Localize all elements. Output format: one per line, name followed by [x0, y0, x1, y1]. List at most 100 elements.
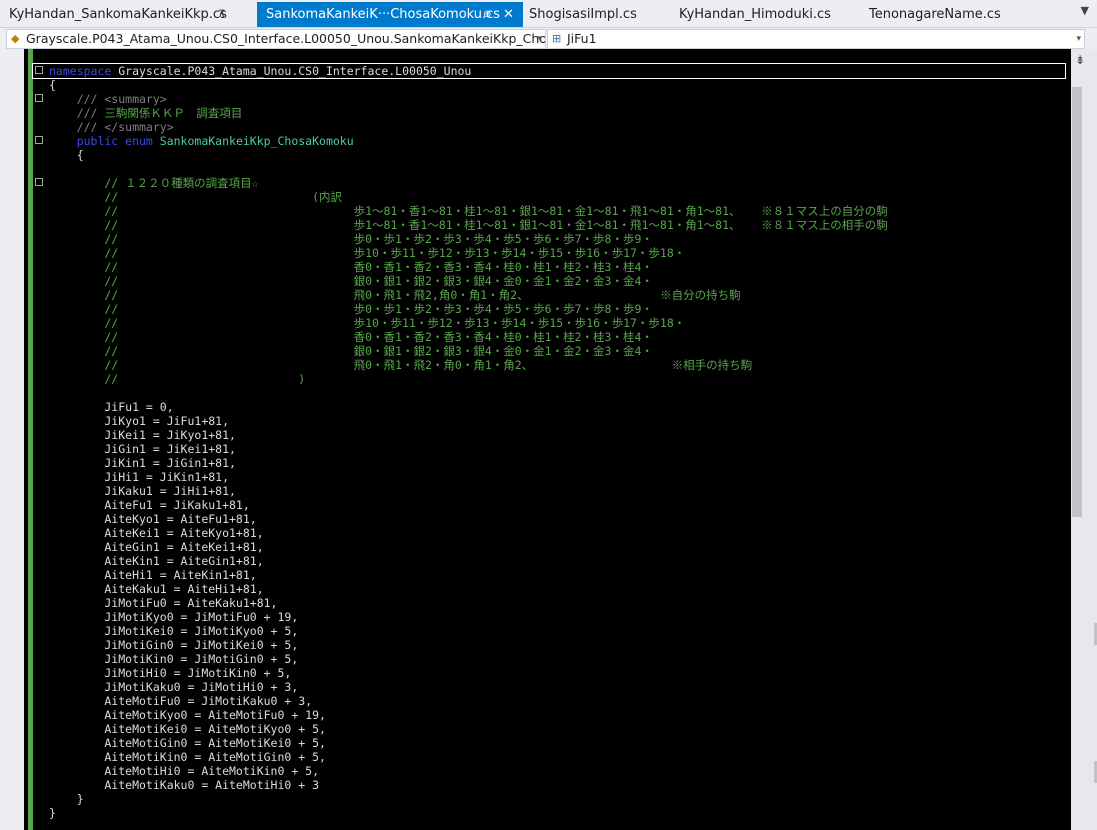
code-text: AiteKin1 = AiteGin1+81, [49, 554, 264, 568]
code-token: // 歩1～81・香1～81・桂1～81・銀1～81・金1～81・飛1～81・角… [49, 218, 888, 232]
collapse-icon[interactable] [35, 94, 43, 102]
code-token: // 銀0・銀1・銀2・銀3・銀4・金0・金1・金2・金3・金4・ [49, 344, 653, 358]
code-token: AiteMotiKyo0 = AiteMotiFu0 + 19, [49, 708, 326, 722]
code-text: AiteMotiGin0 = AiteMotiKei0 + 5, [49, 736, 326, 750]
code-text: AiteMotiFu0 = JiMotiKaku0 + 3, [49, 694, 312, 708]
code-token: // 飛0・飛1・飛2,角0・角1・角2、 ※自分の持ち駒 [49, 288, 741, 302]
code-text: AiteMotiKin0 = AiteMotiGin0 + 5, [49, 750, 326, 764]
code-token: JiKaku1 = JiHi1+81, [49, 484, 236, 498]
code-text: JiMotiHi0 = JiMotiKin0 + 5, [49, 666, 291, 680]
tab-label: TenonagareName.cs [869, 7, 1001, 22]
code-text: /// <summary> [49, 92, 167, 106]
code-token: AiteMotiFu0 = JiMotiKaku0 + 3, [49, 694, 313, 708]
code-text: JiFu1 = 0, [49, 400, 174, 414]
code-token: JiMotiKyo0 = JiMotiFu0 + 19, [49, 610, 299, 624]
tab-label: SankomaKankeiK···ChosaKomoku.cs [266, 7, 501, 22]
code-token: JiGin1 = JiKei1+81, [49, 442, 236, 456]
code-text: JiKei1 = JiKyo1+81, [49, 428, 236, 442]
code-text: // 歩1～81・香1～81・桂1～81・銀1～81・金1～81・飛1～81・角… [49, 204, 888, 218]
code-token: JiKei1 = JiKyo1+81, [49, 428, 236, 442]
code-token: JiMotiKin0 = JiMotiGin0 + 5, [49, 652, 299, 666]
member-dropdown[interactable]: ⊞ JiFu1 ▾ [547, 29, 1085, 49]
code-token: // 歩0・歩1・歩2・歩3・歩4・歩5・歩6・歩7・歩8・歩9・ [49, 232, 653, 246]
scrollbar-thumb[interactable] [1072, 87, 1082, 517]
code-text: namespace Grayscale.P043_Atama_Unou.CS0_… [49, 64, 471, 78]
code-text: // 歩10・歩11・歩12・歩13・歩14・歩15・歩16・歩17・歩18・ [49, 246, 685, 260]
pin-icon[interactable]: ⊕ [483, 2, 491, 27]
code-token: AiteGin1 = AiteKei1+81, [49, 540, 264, 554]
code-token: // 香0・香1・香2・香3・香4・桂0・桂1・桂2・桂3・桂4・ [49, 260, 653, 274]
code-token: Grayscale.P043_Atama_Unou.CS0_Interface.… [111, 64, 472, 78]
tab-label: KyHandan_Himoduki.cs [679, 7, 831, 22]
tab-label: ShogisasiImpl.cs [529, 7, 637, 22]
code-text: // 飛0・飛1・飛2,角0・角1・角2、 ※自分の持ち駒 [49, 288, 741, 302]
code-text: JiMotiKaku0 = JiMotiHi0 + 3, [49, 680, 298, 694]
code-token: } [49, 792, 84, 806]
code-token: AiteMotiKin0 = AiteMotiGin0 + 5, [49, 750, 326, 764]
split-window-icon[interactable]: ⇟ [1075, 53, 1085, 67]
code-text: /// 三駒関係ＫＫＰ 調査項目 [49, 106, 243, 120]
code-text: JiMotiKin0 = JiMotiGin0 + 5, [49, 652, 298, 666]
enum-member-icon: ⊞ [552, 32, 562, 45]
code-text: { [49, 78, 56, 92]
code-editor[interactable]: namespace Grayscale.P043_Atama_Unou.CS0_… [0, 49, 1071, 830]
collapse-icon[interactable] [35, 66, 43, 74]
code-text: /// </summary> [49, 120, 174, 134]
code-token: // 歩10・歩11・歩12・歩13・歩14・歩15・歩16・歩17・歩18・ [49, 316, 686, 330]
code-token: JiHi1 = JiKin1+81, [49, 470, 230, 484]
code-token: AiteKei1 = AiteKyo1+81, [49, 526, 264, 540]
code-token: JiKin1 = JiGin1+81, [49, 456, 236, 470]
code-text: // 歩10・歩11・歩12・歩13・歩14・歩15・歩16・歩17・歩18・ [49, 316, 685, 330]
code-token: // 歩1～81・香1～81・桂1～81・銀1～81・金1～81・飛1～81・角… [49, 204, 888, 218]
code-line[interactable]: namespace Grayscale.P043_Atama_Unou.CS0_… [32, 63, 1066, 79]
code-text: } [49, 792, 84, 806]
collapse-icon[interactable] [35, 136, 43, 144]
collapse-icon[interactable] [35, 178, 43, 186]
close-icon[interactable]: ✕ [503, 2, 514, 27]
project-scope-dropdown[interactable]: ◆ Grayscale.P043_Atama_Unou.CS0_Interfac… [6, 29, 546, 49]
code-text: AiteMotiKei0 = AiteMotiKyo0 + 5, [49, 722, 326, 736]
code-text: // ) [49, 372, 305, 386]
code-token: AiteMotiKei0 = AiteMotiKyo0 + 5, [49, 722, 326, 736]
tab-overflow-dropdown-icon[interactable]: ▼ [1081, 4, 1089, 17]
code-token: /// <summary> [49, 92, 167, 106]
code-token: } [49, 806, 56, 820]
code-token: JiFu1 = 0, [49, 400, 174, 414]
tab-label: KyHandan_SankomaKankeiKkp.cs [9, 7, 227, 22]
code-text: // 歩0・歩1・歩2・歩3・歩4・歩5・歩6・歩7・歩8・歩9・ [49, 302, 653, 316]
code-token: // (内訳 [49, 190, 343, 204]
code-text: // 銀0・銀1・銀2・銀3・銀4・金0・金1・金2・金3・金4・ [49, 344, 653, 358]
code-token: { [49, 78, 56, 92]
project-scope-value: Grayscale.P043_Atama_Unou.CS0_Interface.… [26, 31, 546, 46]
code-token: AiteMotiKaku0 = AiteMotiHi0 + 3 [49, 778, 320, 792]
vertical-scrollbar[interactable]: ⇟ [1071, 49, 1097, 830]
code-text: JiMotiKei0 = JiMotiKyo0 + 5, [49, 624, 298, 638]
code-token: // 歩0・歩1・歩2・歩3・歩4・歩5・歩6・歩7・歩8・歩9・ [49, 302, 653, 316]
code-token: JiMotiGin0 = JiMotiKei0 + 5, [49, 638, 299, 652]
tab-sankomakankeikkp-chosakomoku[interactable]: SankomaKankeiK···ChosaKomoku.cs ⊕ ✕ [257, 2, 523, 27]
chevron-down-icon: ▾ [1076, 34, 1081, 44]
code-token: AiteMotiGin0 = AiteMotiKei0 + 5, [49, 736, 326, 750]
code-text: AiteMotiHi0 = AiteMotiKin0 + 5, [49, 764, 319, 778]
document-tab-bar: KyHandan_SankomaKankeiKkp.cs ⊼ SankomaKa… [0, 0, 1097, 27]
code-text: // 香0・香1・香2・香3・香4・桂0・桂1・桂2・桂3・桂4・ [49, 330, 653, 344]
code-token: /// </summary> [49, 120, 174, 134]
code-text: AiteKaku1 = AiteHi1+81, [49, 582, 263, 596]
code-token: AiteMotiHi0 = AiteMotiKin0 + 5, [49, 764, 320, 778]
tab-kyhandan-himoduki[interactable]: KyHandan_Himoduki.cs [670, 2, 850, 27]
code-token: 三駒関係ＫＫＰ 調査項目 [104, 106, 243, 120]
code-token: // 飛0・飛1・飛2・角0・角1・角2、 ※相手の持ち駒 [49, 358, 753, 372]
code-token: { [49, 148, 84, 162]
code-token: AiteKyo1 = AiteFu1+81, [49, 512, 257, 526]
code-token: namespace [49, 64, 112, 78]
tab-tenonagarename[interactable]: TenonagareName.cs [860, 2, 1030, 27]
tab-kyhandan-sankomakankeikkp[interactable]: KyHandan_SankomaKankeiKkp.cs ⊼ [0, 2, 250, 27]
tab-shogisasiimpl[interactable]: ShogisasiImpl.cs [520, 2, 660, 27]
pin-icon[interactable]: ⊼ [218, 2, 225, 27]
code-text: JiGin1 = JiKei1+81, [49, 442, 236, 456]
code-token: // 歩10・歩11・歩12・歩13・歩14・歩15・歩16・歩17・歩18・ [49, 246, 686, 260]
code-token: JiMotiKaku0 = JiMotiHi0 + 3, [49, 680, 299, 694]
code-token: AiteKin1 = AiteGin1+81, [49, 554, 264, 568]
code-token: // ) [49, 372, 306, 386]
code-text: AiteMotiKyo0 = AiteMotiFu0 + 19, [49, 708, 326, 722]
